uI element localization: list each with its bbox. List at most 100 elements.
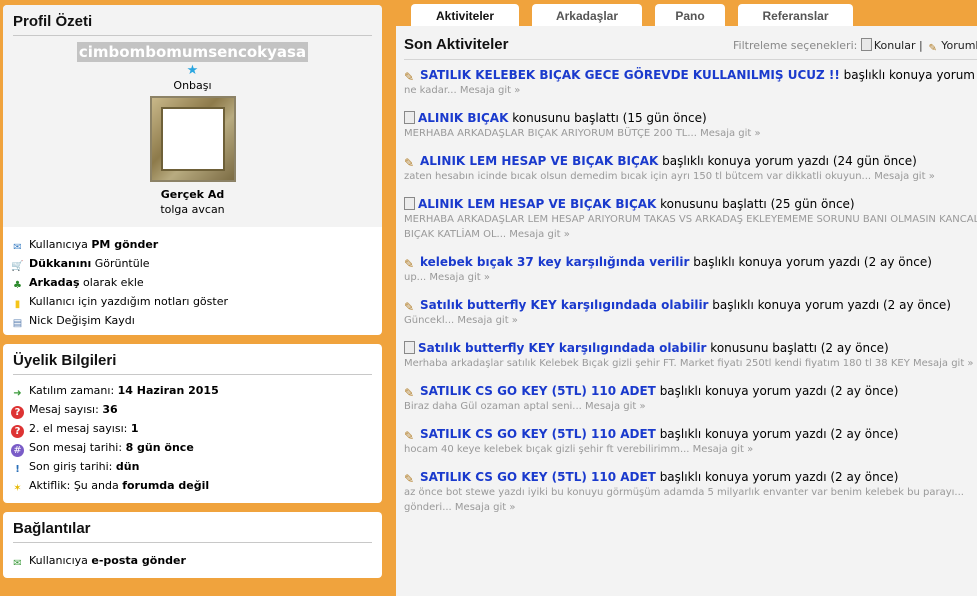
user-rank: Onbaşı [173,79,212,92]
activity-topic-link[interactable]: SATILIK CS GO KEY (5TL) 110 ADET [420,384,656,398]
goto-message-link[interactable]: Mesaja git » [585,401,646,412]
activity-topic-link[interactable]: ALINIK LEM HESAP VE BIÇAK BIÇAK [420,154,658,168]
realname: tolga avcan [160,203,225,216]
activity-topic-link[interactable]: SATILIK KELEBEK BIÇAK GECE GÖREVDE KULLA… [420,68,840,82]
goto-message-link[interactable]: Mesaja git » [913,358,974,369]
link-send-email[interactable]: ✉ Kullanıcıya e-posta gönder [11,551,382,570]
goto-message-link[interactable]: Mesaja git » [700,128,761,139]
realname-label: Gerçek Ad [160,188,225,201]
activity-excerpt: MERHABA ARKADAŞLAR BIÇAK ARIYORUM BÜTÇE … [404,128,697,139]
activity-excerpt: zaten hesabın icinde bıcak olsun demedim… [404,171,935,182]
activity-topic-link[interactable]: SATILIK CS GO KEY (5TL) 110 ADET [420,470,656,484]
activity-item: ✎ SATILIK KELEBEK BIÇAK GECE GÖREVDE KULL… [404,67,977,110]
activity-excerpt: ne kadar... [404,85,457,96]
add-friend-icon: ♣ [13,280,22,291]
filter-topics[interactable]: Konular [860,38,916,52]
activity-item: Satılık butterfly KEY karşılıgındada ola… [404,340,977,383]
activity-excerpt: up... [404,272,427,283]
activity-excerpt: Biraz daha Gül ozaman aptal seni... [404,401,582,412]
activity-item: ALINIK BIÇAK konusunu başlattı (15 gün ö… [404,110,977,153]
profile-summary-panel: Profil Özeti cimbombomumsencokyasa ★ Onb… [3,5,382,335]
username[interactable]: cimbombomumsencokyasa [76,42,309,62]
membership-panel: Üyelik Bilgileri ➜ Katılım zamanı: 14 Haz… [3,344,382,503]
activity-topic-link[interactable]: SATILIK CS GO KEY (5TL) 110 ADET [420,427,656,441]
reply-icon: ✎ [928,43,937,54]
tab-arkadaslar[interactable]: Arkadaşlar [532,4,642,26]
activity-excerpt: Merhaba arkadaşlar satılık Kelebek Bıçak… [404,358,910,369]
activity-item: ✎ ALINIK LEM HESAP VE BIÇAK BIÇAK başlıkl… [404,153,977,196]
filter-replies[interactable]: ✎Yorumlar [926,39,977,54]
profile-action-item[interactable]: ♣ Arkadaş olarak ekle [11,273,382,292]
membership-value: forumda değil [122,479,210,492]
membership-value: 1 [130,422,139,435]
pm-icon: ✉ [13,242,22,253]
membership-title: Üyelik Bilgileri [13,352,372,375]
activity-item: ✎ kelebek bıçak 37 key karşılığında veril… [404,254,977,297]
profile-action-item[interactable]: ▮ Kullanıcı için yazdığım notları göster [11,292,382,311]
profile-action-item[interactable]: 🛒 Dükkanını Görüntüle [11,254,382,273]
activity-text: başlıklı konuya yorum yazdı (2 ay önce) [655,427,899,441]
membership-value: 8 gün önce [125,441,194,454]
tab-referanslar[interactable]: Referanslar [738,4,853,26]
activity-text: başlıklı konuya yorum yazdı (2 ay önce) [708,298,951,312]
link-bold-text: e-posta gönder [91,554,186,567]
warning-icon: ! [15,464,20,475]
membership-label: Son giriş tarihi: [29,460,116,473]
action-bold-text: Dükkanını [29,257,92,270]
reply-icon: ✎ [404,257,415,271]
reply-icon: ✎ [404,70,415,84]
email-icon: ✉ [13,558,22,569]
topic-icon [860,38,872,51]
tab-aktiviteler[interactable]: Aktiviteler [411,4,519,26]
profile-action-item[interactable]: ▤ Nick Değişim Kaydı [11,311,382,330]
topic-icon [404,197,415,210]
action-text: Görüntüle [91,257,150,270]
activity-topic-link[interactable]: ALINIK BIÇAK [418,111,508,125]
tab-pano[interactable]: Pano [655,4,725,26]
profile-summary-title: Profil Özeti [13,13,372,36]
avatar[interactable] [149,96,236,182]
activity-text: başlıklı konuya yorum yazdı [843,68,977,82]
activity-topic-link[interactable]: ALINIK LEM HESAP VE BIÇAK BIÇAK [418,197,656,211]
rank-star-icon: ★ [186,63,199,78]
profile-actions: ✉ Kullanıcıya PM gönder 🛒 Dükkanını Görüntü… [3,227,382,330]
membership-item: ✶ Aktiflik: Şu anda forumda değil [11,476,382,495]
goto-message-link[interactable]: Mesaja git » [460,85,521,96]
question-icon: ? [11,425,24,438]
membership-value: 14 Haziran 2015 [117,384,219,397]
note-icon: ▮ [14,299,21,310]
filter-options: Filtreleme seçenekleri: Konular | ✎ Yorum… [733,38,977,55]
arrow-icon: ➜ [13,388,22,399]
profile-action-item[interactable]: ✉ Kullanıcıya PM gönder [11,235,382,254]
goto-message-link[interactable]: Mesaja git » [693,444,754,455]
membership-value: 36 [102,403,118,416]
action-bold-text: PM gönder [91,238,159,251]
activity-topic-link[interactable]: Satılık butterfly KEY karşılıgındada ola… [418,341,706,355]
reply-icon: ✎ [404,156,415,170]
goto-message-link[interactable]: Mesaja git » [455,502,516,513]
hash-icon: # [11,444,24,457]
reply-icon: ✎ [404,300,415,314]
membership-value: dün [115,460,140,473]
activity-text: başlıklı konuya yorum yazdı (2 ay önce) [689,255,932,269]
activity-item: ALINIK LEM HESAP VE BIÇAK BIÇAK konusunu… [404,196,977,254]
activity-item: ✎ SATILIK CS GO KEY (5TL) 110 ADET başlık… [404,426,977,469]
activities-panel: Son Aktiviteler Filtreleme seçenekleri: … [396,26,977,596]
action-text: olarak ekle [79,276,144,289]
links-list: ✉ Kullanıcıya e-posta gönder [3,543,382,570]
link-text: Kullanıcıya [29,554,92,567]
activity-item: ✎ Satılık butterfly KEY karşılıgındada ol… [404,297,977,340]
goto-message-link[interactable]: Mesaja git » [509,229,570,240]
goto-message-link[interactable]: Mesaja git » [457,315,518,326]
activity-text: konusunu başlattı (2 ay önce) [706,341,889,355]
topic-icon [404,341,415,354]
goto-message-link[interactable]: Mesaja git » [429,272,490,283]
activity-text: konusunu başlattı (25 gün önce) [656,197,855,211]
activities-title: Son Aktiviteler [404,36,509,53]
membership-label: Son mesaj tarihi: [29,441,126,454]
reply-icon: ✎ [404,429,415,443]
activity-topic-link[interactable]: kelebek bıçak 37 key karşılığında verili… [420,255,689,269]
id-card-icon: ▤ [12,318,23,329]
activity-topic-link[interactable]: Satılık butterfly KEY karşılıgındada ola… [420,298,708,312]
bulb-icon: ✶ [13,483,22,494]
